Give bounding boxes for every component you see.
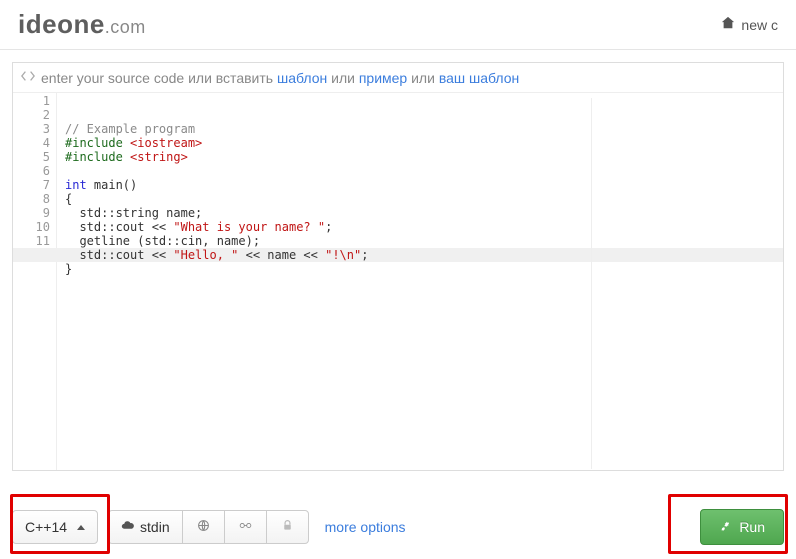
- visibility-button[interactable]: [182, 510, 225, 544]
- line-number: 8: [13, 192, 50, 206]
- line-number: 7: [13, 178, 50, 192]
- code-line[interactable]: }: [65, 262, 783, 276]
- hint-text: enter your source code или вставить шабл…: [41, 70, 519, 86]
- hint-row: enter your source code или вставить шабл…: [13, 63, 783, 93]
- top-bar: ideone.com new c: [0, 0, 796, 50]
- code-line[interactable]: int main(): [65, 178, 783, 192]
- hint-your-template-link[interactable]: ваш шаблон: [439, 70, 519, 86]
- nav-new[interactable]: new c: [721, 16, 778, 33]
- code-line[interactable]: // Example program: [65, 122, 783, 136]
- hint-template-link[interactable]: шаблон: [277, 70, 327, 86]
- options-group: stdin: [108, 510, 309, 544]
- gears-icon: [719, 519, 733, 536]
- main-area: enter your source code или вставить шабл…: [0, 50, 796, 471]
- hint-prefix: enter your source code или вставить: [41, 70, 277, 86]
- line-number: 6: [13, 164, 50, 178]
- code-line[interactable]: [65, 164, 783, 178]
- logo-domain: .com: [105, 17, 146, 37]
- line-number: 1: [13, 94, 50, 108]
- glasses-icon: [239, 519, 252, 535]
- code-line[interactable]: std::cout << "What is your name? ";: [65, 220, 783, 234]
- code-content[interactable]: // Example program#include <iostream>#in…: [57, 93, 783, 470]
- bottom-toolbar: C++14 stdin more options: [12, 509, 784, 545]
- hint-sep2: или: [407, 70, 439, 86]
- hint-sep1: или: [327, 70, 359, 86]
- code-line[interactable]: {: [65, 192, 783, 206]
- code-line[interactable]: getline (std::cin, name);: [65, 234, 783, 248]
- caret-up-icon: [77, 525, 85, 530]
- language-label: C++14: [25, 519, 67, 535]
- lock-icon: [281, 519, 294, 535]
- nav-new-label: new c: [741, 17, 778, 33]
- lock-button[interactable]: [266, 510, 309, 544]
- logo[interactable]: ideone.com: [18, 9, 146, 40]
- editor-container: enter your source code или вставить шабл…: [12, 62, 784, 471]
- line-number: 3: [13, 122, 50, 136]
- logo-text: ideone: [18, 9, 105, 39]
- cloud-icon: [121, 519, 134, 535]
- line-number: 9: [13, 206, 50, 220]
- stdin-button[interactable]: stdin: [108, 510, 183, 544]
- code-line[interactable]: std::string name;: [65, 206, 783, 220]
- line-gutter: 123456789101112: [13, 93, 57, 470]
- run-button[interactable]: Run: [700, 509, 784, 545]
- run-label: Run: [739, 519, 765, 535]
- home-icon: [721, 16, 735, 33]
- line-number: 2: [13, 108, 50, 122]
- code-icon: [21, 69, 35, 86]
- line-number: 11: [13, 234, 50, 248]
- code-line[interactable]: #include <string>: [65, 150, 783, 164]
- globe-icon: [197, 519, 210, 535]
- line-number: 10: [13, 220, 50, 234]
- line-number: 4: [13, 136, 50, 150]
- code-line[interactable]: std::cout << "Hello, " << name << "!\n";: [65, 248, 783, 262]
- code-editor[interactable]: 123456789101112 // Example program#inclu…: [13, 93, 783, 470]
- line-number: 5: [13, 150, 50, 164]
- hint-example-link[interactable]: пример: [359, 70, 407, 86]
- stdin-label: stdin: [140, 519, 170, 535]
- more-options-link[interactable]: more options: [325, 519, 406, 535]
- link-button[interactable]: [224, 510, 267, 544]
- language-selector[interactable]: C++14: [12, 510, 98, 544]
- code-line[interactable]: #include <iostream>: [65, 136, 783, 150]
- code-line[interactable]: [65, 276, 783, 290]
